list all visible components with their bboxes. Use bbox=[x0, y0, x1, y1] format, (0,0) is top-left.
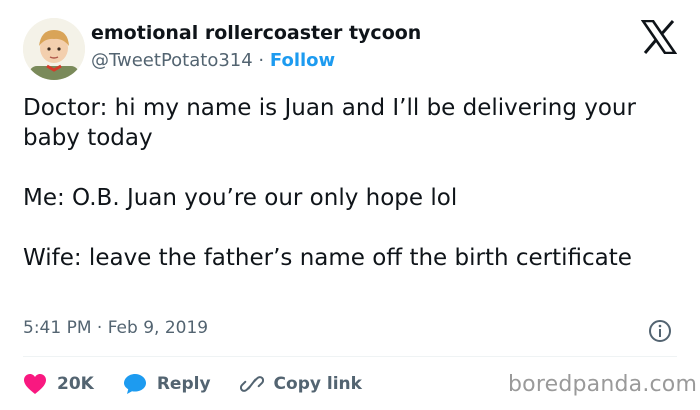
tweet-line: Me: O.B. Juan you’re our only hope lol bbox=[23, 185, 458, 211]
separator-dot: · bbox=[258, 50, 265, 71]
author-name[interactable]: emotional rollercoaster tycoon bbox=[91, 22, 421, 44]
tweet-text: Doctor: hi my name is Juan and I’ll be d… bbox=[23, 93, 673, 273]
like-count: 20K bbox=[57, 374, 94, 394]
tweet-line: Wife: leave the father’s name off the bi… bbox=[23, 245, 632, 271]
like-button[interactable]: 20K bbox=[23, 373, 94, 395]
child-avatar-icon bbox=[23, 18, 85, 80]
copy-link-button[interactable]: Copy link bbox=[239, 373, 362, 395]
heart-icon bbox=[24, 374, 46, 394]
reply-bubble-icon bbox=[123, 374, 146, 394]
tweet-line: Doctor: hi my name is Juan and I’ll be d… bbox=[23, 95, 636, 151]
author-handle-row: @TweetPotato314 · Follow bbox=[91, 50, 335, 71]
follow-button[interactable]: Follow bbox=[270, 50, 335, 71]
info-icon[interactable] bbox=[648, 319, 672, 343]
copy-link-label: Copy link bbox=[273, 374, 362, 394]
reply-label: Reply bbox=[156, 374, 211, 394]
divider bbox=[23, 356, 677, 357]
action-bar: 20K Reply Copy link bbox=[23, 371, 391, 397]
watermark: boredpanda.com bbox=[508, 372, 698, 397]
author-handle[interactable]: @TweetPotato314 bbox=[91, 50, 253, 71]
tweet-timestamp[interactable]: 5:41 PM · Feb 9, 2019 bbox=[23, 318, 208, 338]
x-logo-icon[interactable] bbox=[641, 20, 677, 54]
link-icon bbox=[239, 376, 264, 392]
reply-button[interactable]: Reply bbox=[123, 373, 211, 395]
avatar[interactable] bbox=[23, 18, 85, 80]
